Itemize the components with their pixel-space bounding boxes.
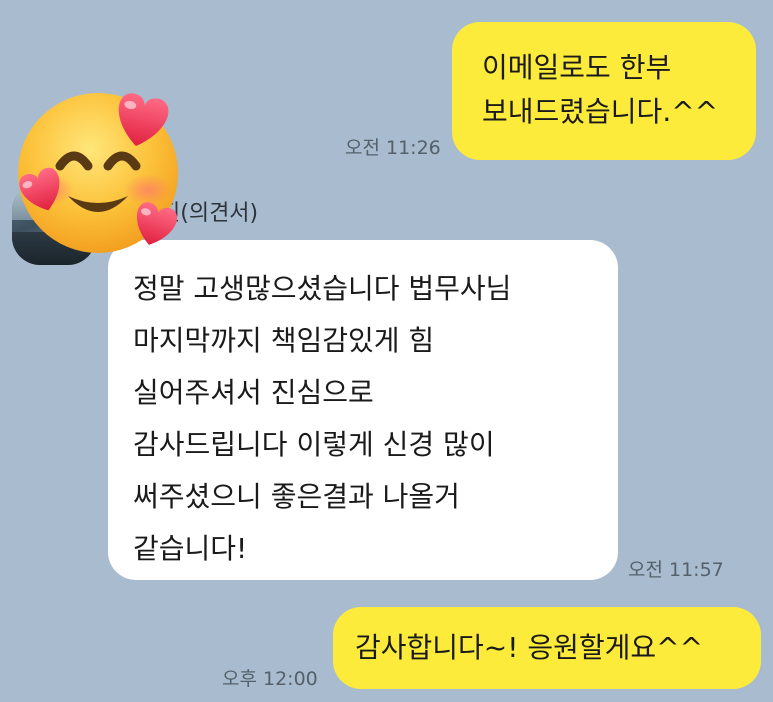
message-bubble-outgoing[interactable]: 이메일로도 한부 보내드렸습니다.^^ [452,22,756,160]
message-line: 정말 고생많으셨습니다 법무사님 [133,272,512,305]
message-bubble-outgoing[interactable]: 감사합니다~! 응원할게요^^ [333,607,761,689]
message-line: 실어주셔서 진심으로 [133,376,374,409]
message-line: 보내드렸습니다.^^ [482,95,719,128]
message-line: 이메일로도 한부 [482,51,672,84]
message-bubble-incoming[interactable]: 정말 고생많으셨습니다 법무사님 마지막까지 책임감있게 힘 실어주셔서 진심으… [108,240,618,580]
message-timestamp: 오후 12:00 [222,668,318,690]
message-line: 감사드립니다 이렇게 신경 많이 [133,428,495,461]
message-line: 같습니다! [133,532,248,565]
message-timestamp: 오전 11:26 [345,137,441,159]
smiling-face-with-hearts-icon [18,93,178,253]
message-line: 감사합니다~! 응원할게요^^ [355,631,704,664]
message-timestamp: 오전 11:57 [628,559,724,581]
message-line: 마지막까지 책임감있게 힘 [133,324,435,357]
message-line: 써주셨으니 좋은결과 나올거 [133,480,460,513]
